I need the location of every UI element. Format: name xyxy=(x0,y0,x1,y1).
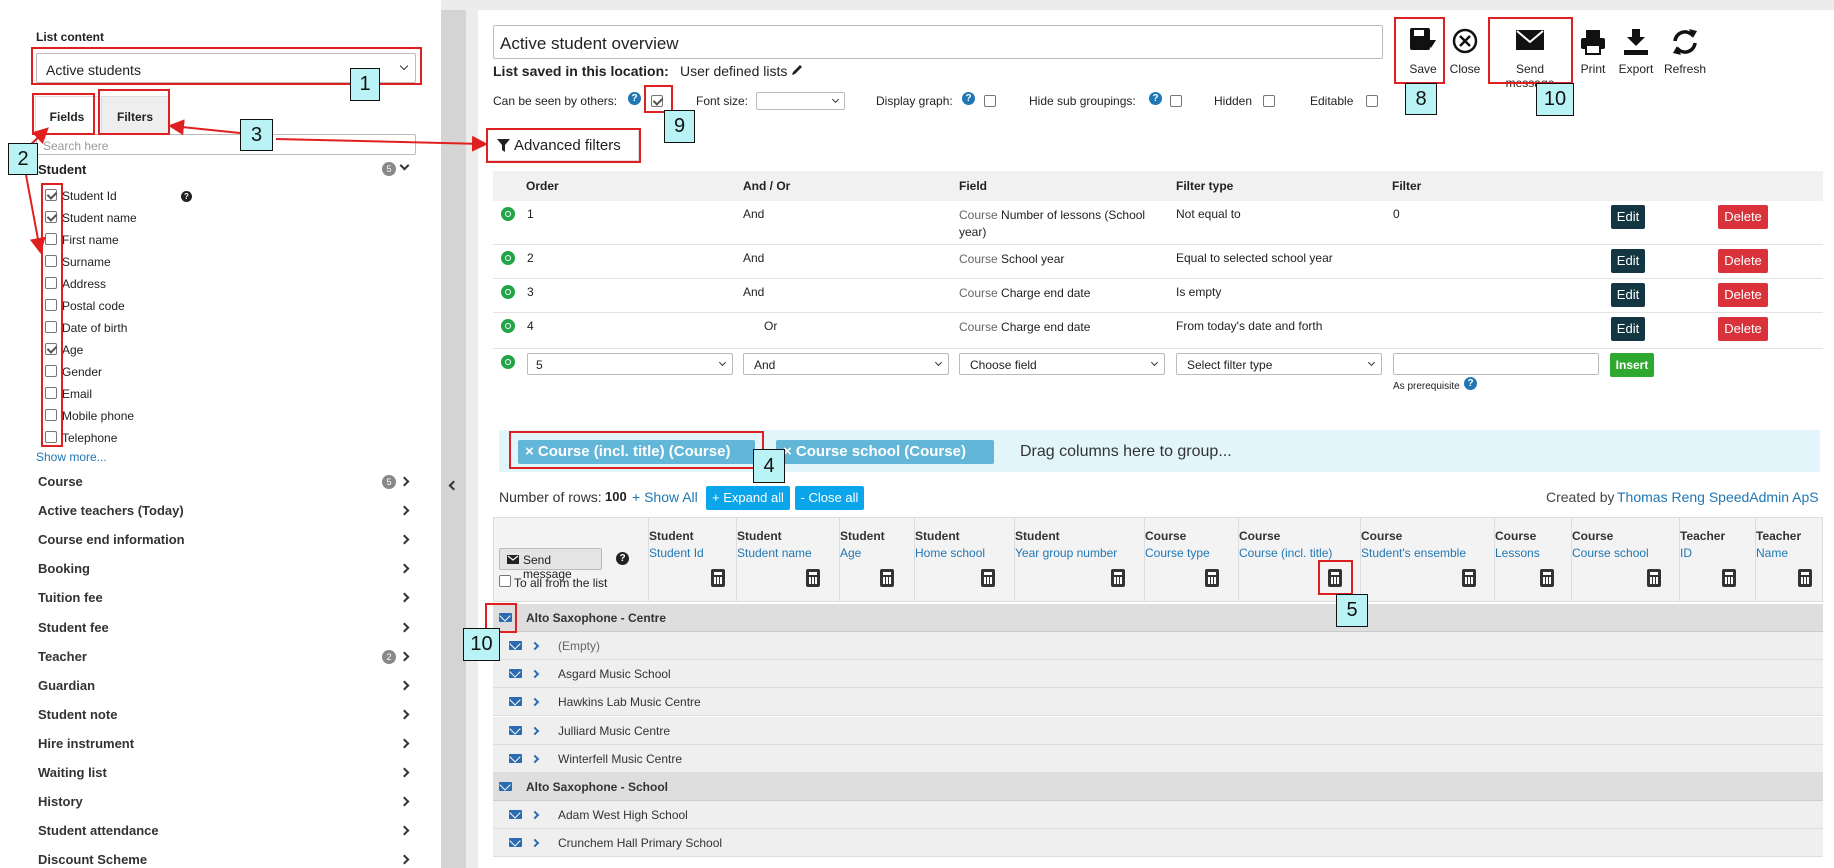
callout-9: 9 xyxy=(664,110,695,143)
callout-3: 3 xyxy=(240,119,273,151)
callout-10-grid: 10 xyxy=(463,628,500,661)
callout-10: 10 xyxy=(1536,83,1574,116)
app: List content Active students Fields Filt… xyxy=(0,0,1834,868)
annotation-arrows xyxy=(25,119,488,254)
callout-4: 4 xyxy=(753,449,785,483)
callout-2: 2 xyxy=(8,143,38,175)
callout-1: 1 xyxy=(350,68,380,101)
callout-5: 5 xyxy=(1336,594,1368,627)
callout-8: 8 xyxy=(1405,83,1437,115)
